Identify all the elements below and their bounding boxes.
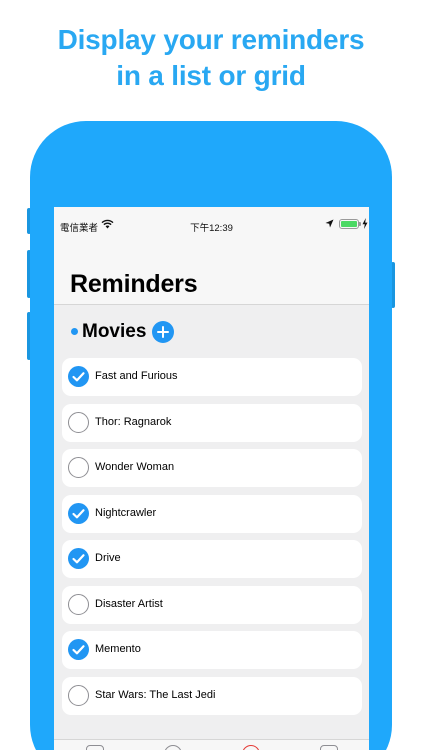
item-label: Fast and Furious	[95, 370, 178, 382]
item-label: Disaster Artist	[95, 597, 163, 610]
headline-line-2: in a list or grid	[116, 60, 306, 91]
checkbox[interactable]	[68, 684, 89, 706]
record-icon[interactable]	[242, 745, 260, 750]
checkbox[interactable]	[68, 411, 89, 433]
battery-fill	[341, 221, 357, 227]
checkbox[interactable]	[68, 366, 89, 387]
list-item[interactable]: Disaster Artist	[62, 585, 362, 624]
list-item[interactable]: Star Wars: The Last Jedi	[62, 676, 362, 715]
app-screen: 電信業者 下午12:39 Reminders Movies Fast and F…	[54, 207, 369, 750]
nav-header: Reminders	[54, 241, 369, 305]
checkbox[interactable]	[68, 548, 89, 569]
checkbox[interactable]	[68, 639, 89, 660]
list-item[interactable]: Thor: Ragnarok	[62, 403, 362, 442]
item-label: Thor: Ragnarok	[95, 415, 172, 428]
list-icon[interactable]	[86, 745, 104, 750]
checkbox[interactable]	[68, 457, 89, 478]
headline-line-1: Display your reminders	[57, 24, 365, 55]
item-label: Star Wars: The Last Jedi	[95, 688, 216, 701]
checkbox[interactable]	[68, 593, 89, 615]
page-title: Reminders	[70, 270, 198, 298]
checkbox[interactable]	[68, 502, 89, 524]
checkmark-icon	[72, 508, 85, 518]
checkmark-icon	[72, 372, 85, 382]
add-reminder-button[interactable]	[152, 321, 174, 343]
status-time: 下午12:39	[190, 223, 233, 234]
section-color-dot	[71, 328, 78, 335]
list-item[interactable]: Nightcrawler	[62, 494, 362, 533]
grid-icon[interactable]	[320, 745, 338, 750]
status-bar: 電信業者 下午12:39	[54, 207, 369, 241]
tab-bar	[54, 739, 369, 750]
list-item[interactable]: Drive	[62, 540, 362, 578]
list-item[interactable]: Fast and Furious	[62, 358, 362, 396]
reminder-list: Fast and Furious Thor: Ragnarok Wonder W…	[62, 358, 362, 722]
battery-icon	[339, 219, 359, 229]
item-label: Memento	[95, 643, 141, 655]
promo-headline: Display your reminders in a list or grid	[0, 22, 422, 94]
location-arrow-icon	[325, 219, 334, 228]
checkmark-icon	[72, 645, 85, 655]
battery-tip	[359, 222, 361, 226]
list-item[interactable]: Wonder Woman	[62, 449, 362, 487]
charging-bolt-icon	[362, 218, 368, 229]
section-header: Movies	[70, 320, 360, 344]
checkmark-icon	[72, 554, 85, 564]
circle-icon[interactable]	[164, 745, 182, 750]
list-item[interactable]: Memento	[62, 631, 362, 669]
item-label: Drive	[95, 552, 121, 564]
item-label: Nightcrawler	[95, 506, 157, 519]
section-title: Movies	[82, 321, 147, 342]
item-label: Wonder Woman	[95, 461, 175, 473]
